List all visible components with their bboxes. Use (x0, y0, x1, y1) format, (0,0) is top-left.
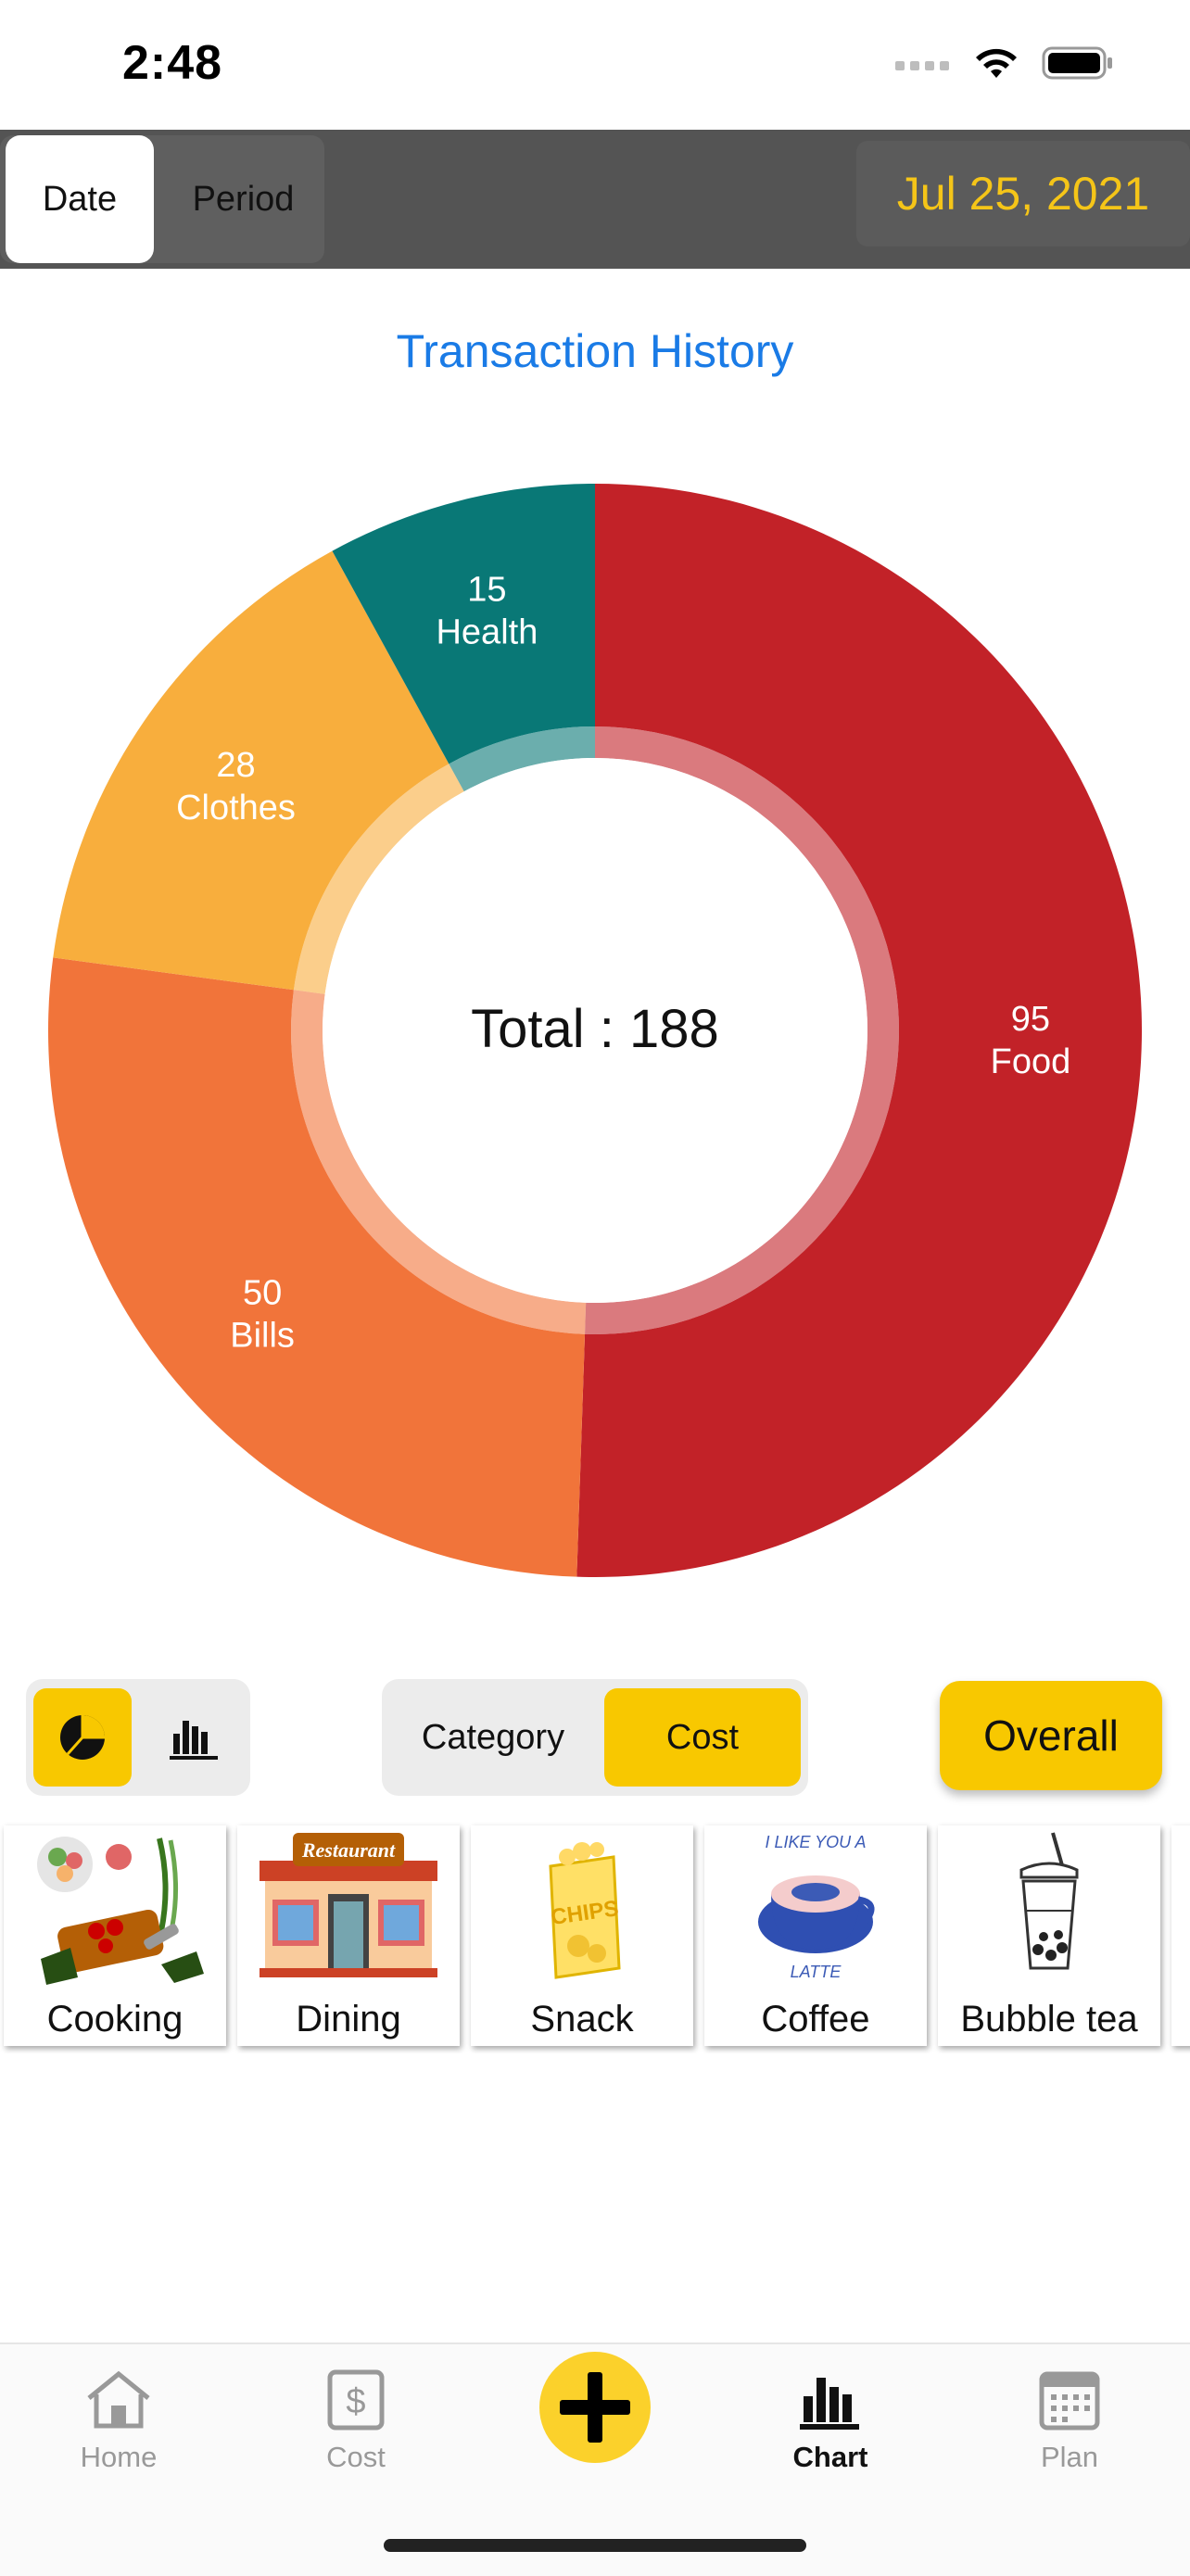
pie-chart-icon (60, 1715, 105, 1760)
tab-plan[interactable]: Plan (986, 2368, 1153, 2498)
slice-name-label-bills: Bills (230, 1316, 295, 1355)
add-transaction-button[interactable] (539, 2352, 651, 2463)
slice-value-label-clothes: 28 (216, 746, 255, 785)
tab-home-label: Home (80, 2441, 158, 2473)
slice-value-label-health: 15 (467, 571, 506, 610)
tab-chart[interactable]: Chart (747, 2368, 914, 2498)
bubble-tea-icon (1019, 1832, 1079, 1970)
chips-icon: CHIPS (549, 1842, 621, 1979)
category-card-bubble-tea[interactable]: Bubble tea (938, 1825, 1160, 2046)
chart-title[interactable]: Transaction History (0, 324, 1190, 378)
bar-chart-icon (170, 1721, 218, 1760)
latte-top-text: I LIKE YOU A (765, 1833, 866, 1851)
slice-name-label-clothes: Clothes (176, 789, 296, 827)
pie-chart-button[interactable] (33, 1688, 132, 1787)
calendar-icon (1039, 2371, 1100, 2431)
top-toolbar: Date Period Jul 25, 2021 (0, 130, 1190, 269)
category-label: Dining (296, 1999, 401, 2039)
svg-text:$: $ (346, 2382, 365, 2421)
date-mode-segmented-control: Date Period (0, 135, 324, 263)
cooking-icon (37, 1837, 204, 1985)
category-label: Cooking (46, 1999, 184, 2039)
status-time: 2:48 (122, 36, 223, 90)
home-icon (87, 2370, 150, 2429)
period-mode-button[interactable]: Period (158, 135, 329, 263)
category-card-coffee[interactable]: I LIKE YOU A LATTE Coffee (704, 1825, 927, 2046)
category-card-snack[interactable]: CHIPS Snack (471, 1825, 693, 2046)
category-label: Coffee (761, 1999, 870, 2039)
home-indicator (384, 2539, 806, 2552)
tab-home[interactable]: Home (35, 2368, 202, 2498)
category-card-cooking[interactable]: Cooking (4, 1825, 226, 2046)
slice-name-label-health: Health (436, 613, 538, 652)
latte-icon: I LIKE YOU A LATTE (758, 1833, 875, 1981)
sort-by-cost-button[interactable]: Cost (604, 1688, 801, 1787)
date-picker-button[interactable]: Jul 25, 2021 (856, 141, 1190, 246)
tab-cost[interactable]: $ Cost (272, 2368, 439, 2498)
date-mode-button[interactable]: Date (6, 135, 154, 263)
tab-plan-label: Plan (1040, 2441, 1099, 2473)
sort-segmented-control: Category Cost (382, 1679, 808, 1796)
bar-chart-icon (800, 2378, 859, 2430)
battery-icon (1042, 44, 1116, 86)
category-label: Bubble tea (960, 1999, 1138, 2039)
status-icons (895, 44, 1116, 85)
category-card-dining[interactable]: Restaurant Dining (237, 1825, 460, 2046)
tab-chart-label: Chart (792, 2441, 868, 2473)
sort-by-category-button[interactable]: Category (391, 1688, 595, 1787)
overall-button[interactable]: Overall (940, 1681, 1162, 1790)
restaurant-sign-text: Restaurant (301, 1838, 396, 1862)
chart-type-toggle (26, 1679, 250, 1796)
tab-cost-label: Cost (326, 2441, 386, 2473)
category-card-partial[interactable] (1171, 1825, 1190, 2046)
donut-chart[interactable]: Total : 188 95Food 50 Bills 28 Clothes 15Heal… (48, 484, 1142, 1577)
bar-chart-button[interactable] (145, 1688, 243, 1787)
dollar-icon: $ (327, 2369, 385, 2431)
category-strip[interactable]: Cooking Restaurant Dining CHIPS Snack I … (0, 1822, 1190, 2053)
slice-value-label-bills: 50 (243, 1273, 282, 1312)
plus-icon (560, 2372, 630, 2443)
slice-name-label-food: Food (991, 1042, 1071, 1081)
slice-value-label-food: 95 (1011, 1000, 1050, 1039)
chart-total-label: Total : 188 (471, 999, 719, 1059)
category-label: Snack (530, 1999, 634, 2039)
wifi-icon (973, 44, 1019, 86)
signal-icon (895, 54, 951, 77)
restaurant-icon: Restaurant (260, 1833, 437, 1977)
latte-bottom-text: LATTE (791, 1963, 842, 1981)
